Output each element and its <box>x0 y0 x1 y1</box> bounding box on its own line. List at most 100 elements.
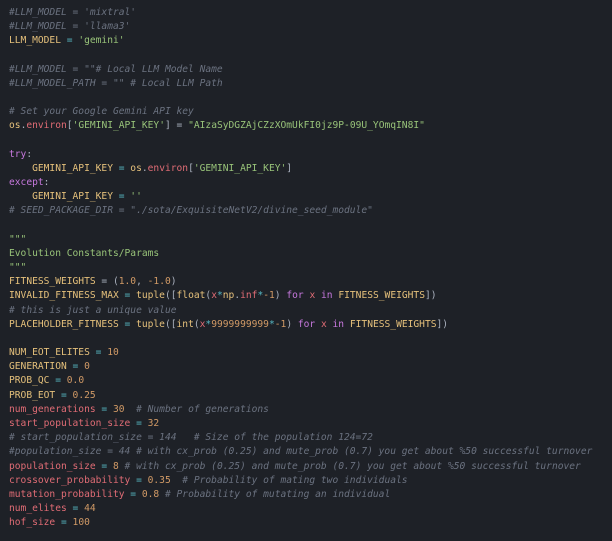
code-line: hof_size = 100 <box>9 516 612 530</box>
code-token: FITNESS_WEIGHTS <box>9 276 96 288</box>
code-token: LLM_MODEL <box>9 35 61 47</box>
code-token: hof_size <box>9 517 56 529</box>
code-token: = <box>95 460 113 472</box>
code-token: = <box>130 474 148 486</box>
code-token: population_size <box>9 460 96 472</box>
code-token: #LLM_MODEL_PATH = "" # Local LLM Path <box>9 77 223 89</box>
code-line: """ <box>9 261 612 275</box>
code-token: 'GEMINI_API_KEY' <box>193 162 287 174</box>
code-line: NUM_EOT_ELITES = 10 <box>9 346 612 360</box>
code-token: int <box>176 318 194 330</box>
code-token: = <box>112 162 131 174</box>
code-token: ([ <box>164 290 177 302</box>
code-token: '' <box>130 191 142 203</box>
code-line: num_generations = 30 # Number of generat… <box>9 403 612 417</box>
code-token: np <box>222 290 235 302</box>
code-token: = <box>55 389 73 401</box>
code-token: ) <box>274 290 287 302</box>
code-editor[interactable]: #LLM_MODEL = 'mixtral' #LLM_MODEL = 'llam… <box>0 0 612 541</box>
code-token: num_generations <box>9 403 96 415</box>
code-token: 0.0 <box>66 375 85 387</box>
code-token: for <box>286 290 304 302</box>
code-token: -1 <box>263 290 275 302</box>
code-line: # start_population_size = 144 # Size of … <box>9 431 612 445</box>
code-token: = <box>130 417 148 429</box>
code-line: LLM_MODEL = 'gemini' <box>9 34 612 48</box>
code-token: = <box>112 191 131 203</box>
code-token: 44 <box>84 503 96 515</box>
code-token: #population_size = 44 # with cx_prob (0.… <box>9 446 593 458</box>
code-token: = <box>66 361 85 373</box>
code-token: """ <box>9 233 27 245</box>
code-token: # start_population_size = 144 # Size of … <box>9 432 373 444</box>
code-token: 0.35 <box>147 474 171 486</box>
code-token: num_elites <box>9 503 67 515</box>
code-line: crossover_probability = 0.35 # Probabili… <box>9 474 612 488</box>
code-token: INVALID_FITNESS_MAX <box>9 290 119 302</box>
code-token: 10 <box>107 347 119 359</box>
code-token: #LLM_MODEL = 'mixtral' <box>9 7 137 18</box>
code-line: GENERATION = 0 <box>9 360 612 374</box>
code-token: mutation_probability <box>9 488 125 500</box>
code-line: #LLM_MODEL = 'llama3' <box>9 20 612 34</box>
code-token: #LLM_MODEL = 'llama3' <box>9 21 131 33</box>
code-token: environ <box>26 120 67 132</box>
code-token: Evolution Constants/Params <box>9 247 160 259</box>
code-token: environ <box>147 162 189 174</box>
code-token: x <box>315 318 333 330</box>
code-token: : <box>26 148 33 160</box>
code-token: 9999999999 <box>211 318 269 330</box>
code-line: except: <box>9 176 612 190</box>
code-token: = <box>118 290 137 302</box>
code-token: = <box>124 488 142 500</box>
code-token: x <box>303 290 321 302</box>
code-line: GEMINI_API_KEY = '' <box>9 190 612 204</box>
code-token: # Set your Google Gemini API key <box>9 106 194 118</box>
code-line: PLACEHOLDER_FITNESS = tuple([int(x*99999… <box>9 318 612 332</box>
code-token: 1.0 <box>118 276 137 288</box>
code-token: except <box>9 177 44 189</box>
code-token: FITNESS_WEIGHTS <box>332 290 425 302</box>
code-line: INVALID_FITNESS_MAX = tuple([float(x*np.… <box>9 289 612 303</box>
code-token: tuple <box>136 290 165 302</box>
code-line: FITNESS_WEIGHTS = (1.0, -1.0) <box>9 275 612 289</box>
code-token: try <box>9 148 27 160</box>
code-token: = <box>55 517 73 529</box>
code-token: ([ <box>164 318 177 330</box>
code-line: mutation_probability = 0.8 # Probability… <box>9 488 612 502</box>
code-token: # Number of generations <box>124 403 269 415</box>
code-line: population_size = 8 # with cx_prob (0.25… <box>9 460 612 474</box>
code-token: PROB_QC <box>9 375 50 387</box>
code-token: = ( <box>95 276 119 288</box>
code-line: GEMINI_API_KEY = os.environ['GEMINI_API_… <box>9 162 612 176</box>
code-line: start_population_size = 32 <box>9 417 612 431</box>
code-line: PROB_EOT = 0.25 <box>9 389 612 403</box>
code-token: = <box>89 347 108 359</box>
code-token: = <box>118 318 137 330</box>
code-token: start_population_size <box>9 417 131 429</box>
code-token: 32 <box>147 417 160 429</box>
code-line: Evolution Constants/Params <box>9 247 612 261</box>
code-token: # this is just a unique value <box>9 304 177 316</box>
code-token: GENERATION <box>9 361 67 373</box>
code-token: for <box>297 318 316 330</box>
code-token: ] <box>286 162 293 174</box>
code-token: PROB_EOT <box>9 389 56 401</box>
code-token: ]) <box>436 318 449 330</box>
code-token: inf <box>240 290 258 302</box>
code-token: ] = <box>164 120 189 132</box>
code-token: # Probability of mutating an individual <box>159 488 391 500</box>
code-token: 0.25 <box>72 389 96 401</box>
code-token: crossover_probability <box>9 474 131 486</box>
code-token: = <box>60 35 79 47</box>
code-token: -1.0 <box>147 276 171 288</box>
code-token: ) <box>170 276 177 288</box>
code-line: os.environ['GEMINI_API_KEY'] = "AIzaSyDG… <box>9 119 612 133</box>
code-token: GEMINI_API_KEY <box>9 191 113 203</box>
code-token: , <box>136 276 148 288</box>
code-token: PLACEHOLDER_FITNESS <box>9 318 119 330</box>
code-token: NUM_EOT_ELITES <box>9 347 90 359</box>
